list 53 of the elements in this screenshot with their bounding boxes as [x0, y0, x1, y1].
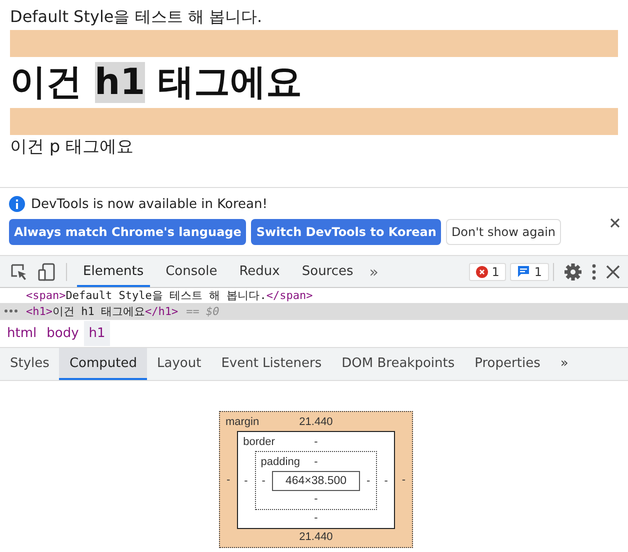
panel-tab[interactable]: Console [160, 256, 224, 287]
device-icon[interactable] [38, 262, 56, 280]
box-label: padding [260, 455, 301, 470]
panel-tab[interactable]: Sources [296, 256, 360, 287]
more-icon[interactable] [592, 264, 596, 280]
settings-icon[interactable] [564, 262, 582, 280]
box-value: - [243, 474, 249, 486]
dom-node[interactable]: <span>Default Style을 테스트 해 봅니다.</span> [0, 288, 628, 303]
ellipsis-icon [4, 309, 18, 313]
sidebar-tab[interactable]: Properties [464, 348, 550, 380]
content-box: 464×38.500 [272, 471, 360, 491]
panel-tab[interactable]: Redux [233, 256, 286, 287]
error-icon [476, 266, 488, 278]
box-value: - [314, 512, 318, 524]
info-message: DevTools is now available in Korean! [31, 196, 268, 212]
box-value: 21.440 [299, 531, 333, 543]
info-icon [9, 196, 25, 212]
info-button[interactable]: Don't show again [446, 219, 561, 245]
inspect-icon[interactable] [10, 262, 28, 280]
info-button[interactable]: Switch DevTools to Korean [251, 219, 442, 245]
selected-marker: == $0 [186, 304, 220, 318]
box-value: - [314, 493, 318, 505]
heading: 이건 h1 태그에요 [10, 61, 303, 105]
message-icon [517, 265, 530, 278]
paragraph: 이건 p 태그에요 [10, 136, 135, 159]
box-value: - [400, 474, 407, 486]
dom-node[interactable]: <h1>이건 h1 태그에요</h1> == $0 [0, 303, 628, 319]
sidebar-tab[interactable]: DOM Breakpoints [332, 348, 465, 380]
more-tabs-button[interactable]: » [369, 262, 378, 280]
close-icon[interactable] [606, 264, 620, 278]
sidebar-tab[interactable]: Layout [146, 348, 212, 380]
info-button[interactable]: Always match Chrome's language [9, 219, 246, 245]
breadcrumb[interactable]: html [2, 321, 42, 346]
breadcrumb[interactable]: body [42, 321, 84, 346]
close-icon[interactable] [610, 218, 620, 228]
box-value: - [314, 435, 318, 450]
box-value: 21.440 [299, 415, 333, 430]
box-value: - [366, 475, 372, 487]
sidebar-tab[interactable]: Event Listeners [211, 348, 332, 380]
box-value: - [314, 455, 318, 470]
box-value: - [383, 474, 389, 486]
message-counter[interactable]: 1 [510, 262, 549, 280]
breadcrumb[interactable]: h1 [84, 321, 110, 346]
box-label: border [243, 435, 276, 450]
panel-tab[interactable]: Elements [77, 256, 150, 287]
box-value: - [260, 475, 266, 487]
sidebar-tab[interactable]: Styles [0, 348, 60, 380]
error-counter[interactable]: 1 [468, 262, 506, 280]
sidebar-tab[interactable]: Computed [59, 348, 147, 380]
intro-text: Default Style을 테스트 해 봅니다. [10, 6, 264, 28]
more-tabs-button[interactable]: » [550, 348, 578, 380]
box-value: - [225, 474, 232, 486]
box-label: margin [225, 415, 260, 430]
